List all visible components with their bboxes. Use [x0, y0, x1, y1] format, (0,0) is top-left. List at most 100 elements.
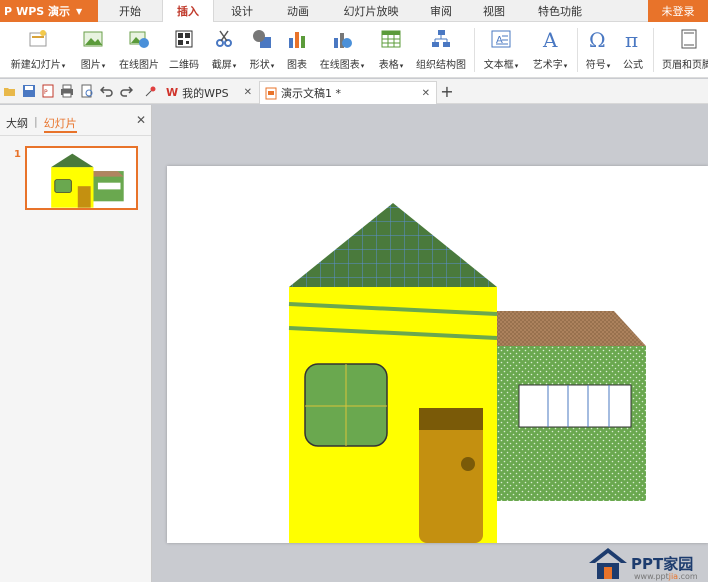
- online-chart-button[interactable]: 在线图表▾: [315, 26, 369, 76]
- picture-button[interactable]: 图片▾: [76, 26, 110, 76]
- wps-w-icon: W: [166, 86, 179, 99]
- tab-view[interactable]: 视图: [466, 0, 522, 22]
- tab-review[interactable]: 审阅: [416, 0, 466, 22]
- scissors-icon: [213, 28, 235, 50]
- header-footer-label: 页眉和页脚: [662, 60, 708, 71]
- screenshot-label: 截屏: [211, 60, 232, 71]
- qrcode-label: 二维码: [169, 60, 199, 71]
- menu-tabs: 开始 插入 设计 动画 幻灯片放映 审阅 视图 特色功能: [98, 0, 598, 22]
- org-chart-icon: [430, 28, 452, 50]
- slide-canvas[interactable]: [167, 166, 708, 543]
- tab-slideshow[interactable]: 幻灯片放映: [326, 0, 416, 22]
- wordart-icon: A: [539, 28, 561, 50]
- house-drawing: [288, 203, 646, 543]
- tab-current-document[interactable]: 演示文稿1 * ✕: [259, 81, 437, 104]
- qrcode-icon: [173, 28, 195, 50]
- shapes-button[interactable]: 形状▾: [245, 26, 279, 76]
- watermark-logo: PPT家园 www.pptjia.com: [585, 544, 708, 582]
- tab-outline[interactable]: 大纲: [6, 115, 28, 133]
- annex-building[interactable]: [495, 311, 646, 501]
- table-label: 表格: [378, 60, 399, 71]
- title-bar: P WPS 演示 ▼ 开始 插入 设计 动画 幻灯片放映 审阅 视图 特色功能 …: [0, 0, 708, 22]
- screenshot-button[interactable]: 截屏▾: [207, 26, 241, 76]
- ribbon-divider: [577, 28, 578, 72]
- annex-window: [518, 384, 632, 428]
- new-tab-plus-icon[interactable]: +: [440, 82, 454, 101]
- textbox-label: 文本框: [483, 60, 514, 71]
- chart-button[interactable]: 图表: [284, 26, 310, 76]
- save-icon[interactable]: [22, 84, 36, 98]
- redo-icon[interactable]: [119, 84, 133, 98]
- close-icon[interactable]: ✕: [422, 88, 430, 99]
- header-footer-button[interactable]: 页眉和页脚: [658, 26, 708, 76]
- tab-slides[interactable]: 幻灯片: [43, 115, 77, 133]
- print-preview-icon[interactable]: [80, 84, 94, 98]
- pin-icon[interactable]: [144, 84, 158, 98]
- online-chart-label: 在线图表: [319, 60, 360, 71]
- watermark-url: www.pptjia.com: [634, 572, 698, 581]
- panel-tabs: 大纲 | 幻灯片: [6, 115, 77, 133]
- slide-number: 1: [14, 149, 21, 160]
- panel-tab-separator: |: [34, 115, 38, 128]
- bar-chart-icon: [286, 28, 308, 50]
- slide-editor-area[interactable]: [153, 105, 708, 582]
- qrcode-button[interactable]: 二维码: [167, 26, 201, 76]
- main-roof: [289, 203, 497, 287]
- main-house[interactable]: [288, 203, 498, 543]
- online-picture-icon: [128, 28, 150, 50]
- tab-start[interactable]: 开始: [98, 0, 162, 22]
- close-icon[interactable]: ✕: [244, 87, 252, 98]
- door-top: [419, 408, 483, 430]
- tab-insert[interactable]: 插入: [162, 0, 214, 22]
- org-chart-button[interactable]: 组织结构图: [414, 26, 468, 76]
- table-icon: [380, 28, 402, 50]
- table-button[interactable]: 表格▾: [374, 26, 408, 76]
- tab-design[interactable]: 设计: [214, 0, 270, 22]
- svg-text:π: π: [625, 28, 638, 50]
- door-knob: [461, 457, 475, 471]
- app-title: WPS 演示: [16, 5, 71, 18]
- shapes-label: 形状: [249, 60, 270, 71]
- picture-icon: [82, 28, 104, 50]
- house-logo-icon: [589, 548, 627, 579]
- app-menu-button[interactable]: P WPS 演示 ▼: [0, 0, 98, 22]
- panel-divider: [0, 135, 151, 136]
- textbox-icon: A: [490, 28, 512, 50]
- new-slide-button[interactable]: 新建幻灯片▾: [6, 26, 70, 76]
- svg-text:Ω: Ω: [589, 28, 606, 50]
- symbol-button[interactable]: Ω 符号▾: [582, 26, 614, 76]
- chart-label: 图表: [287, 60, 307, 71]
- symbol-label: 符号: [585, 60, 606, 71]
- presentation-file-icon: [265, 87, 277, 100]
- formula-label: 公式: [623, 60, 643, 71]
- wps-logo-icon: P: [4, 4, 13, 18]
- tab-special[interactable]: 特色功能: [522, 0, 598, 22]
- watermark-brand: PPT家园: [631, 554, 694, 573]
- print-icon[interactable]: [60, 84, 74, 98]
- open-folder-icon[interactable]: [3, 84, 17, 98]
- formula-button[interactable]: π 公式: [618, 26, 648, 76]
- textbox-button[interactable]: A 文本框▾: [479, 26, 523, 76]
- annex-roof: [495, 311, 646, 346]
- online-picture-button[interactable]: 在线图片: [115, 26, 163, 76]
- slide-thumbnail[interactable]: [25, 146, 138, 210]
- tab-my-wps[interactable]: W 我的WPS ✕: [162, 81, 258, 104]
- slides-panel: 大纲 | 幻灯片 ✕ 1: [0, 105, 152, 582]
- pi-icon: π: [622, 28, 644, 50]
- login-button[interactable]: 未登录: [648, 0, 708, 22]
- new-slide-label: 新建幻灯片: [10, 60, 61, 71]
- tab-current-document-label: 演示文稿1 *: [281, 87, 341, 100]
- undo-icon[interactable]: [100, 84, 114, 98]
- org-chart-label: 组织结构图: [416, 60, 466, 71]
- tab-animation[interactable]: 动画: [270, 0, 326, 22]
- svg-text:P: P: [44, 89, 48, 96]
- online-picture-label: 在线图片: [119, 60, 159, 71]
- wordart-label: 艺术字: [532, 60, 563, 71]
- omega-icon: Ω: [587, 28, 609, 50]
- picture-label: 图片: [80, 60, 101, 71]
- export-pdf-icon[interactable]: P: [41, 84, 55, 98]
- close-icon[interactable]: ✕: [136, 113, 146, 127]
- shapes-icon: [251, 28, 273, 50]
- wordart-button[interactable]: A 艺术字▾: [528, 26, 572, 76]
- ribbon-divider: [474, 28, 475, 72]
